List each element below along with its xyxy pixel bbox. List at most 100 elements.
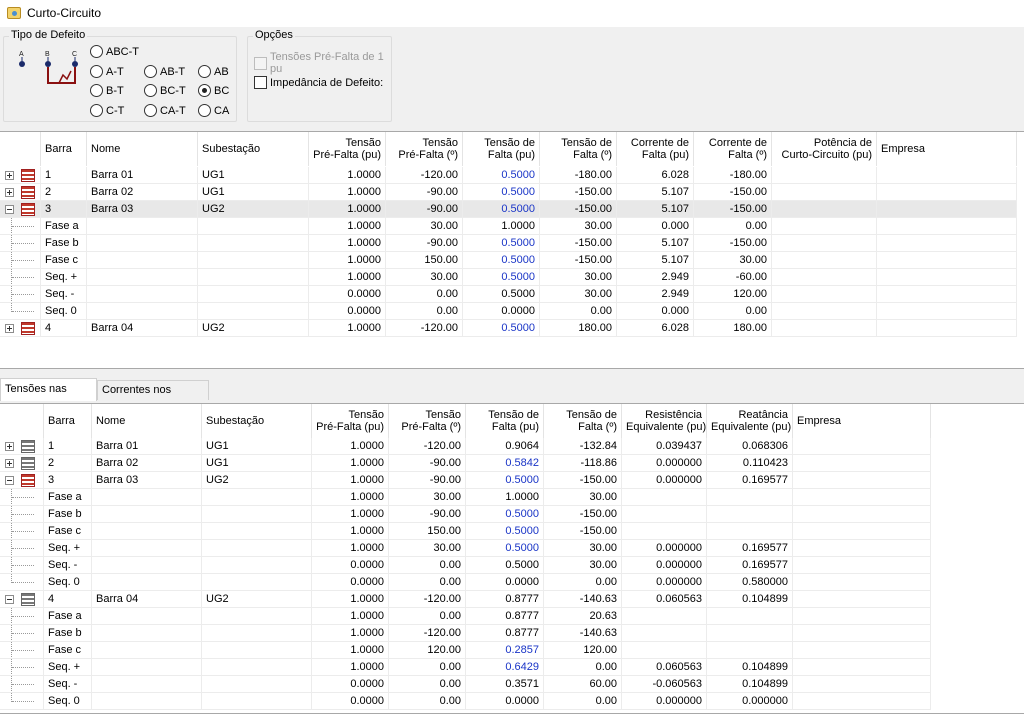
substation-cell [202,608,312,625]
column-header[interactable]: Barra [41,132,87,166]
sequence-row[interactable]: Seq. +1.0000 0.00 0.6429 0.00 0.060563 0.1048… [0,659,931,676]
radio-bc-t-circle[interactable] [144,84,157,97]
column-header[interactable]: Resistência Equivalente (pu) [622,404,707,438]
expand-icon[interactable] [5,324,14,333]
radio-abc-t-label: ABC-T [106,45,139,58]
radio-ca-circle[interactable] [198,104,211,117]
sequence-row[interactable]: Fase a 1.0000 0.00 0.8777 20.63 [0,608,931,625]
fault-impedance-box[interactable] [254,76,267,89]
sequence-row[interactable]: Fase b 1.0000 -120.00 0.8777 -140.63 [0,625,931,642]
sequence-row[interactable]: Fase c 1.0000 150.00 0.5000 -150.00 5.107 30.0… [0,252,1017,269]
sequence-row[interactable]: Fase b 1.0000 -90.00 0.5000 -150.00 [0,506,931,523]
bus-name-cell: Barra 02 [87,184,198,201]
column-header[interactable]: Tensão de Falta (pu) [466,404,544,438]
column-header[interactable]: Tensão de Falta (pu) [463,132,540,166]
bus-row[interactable]: 3 Barra 03 UG2 1.0000 -90.00 0.5000 -150.00 0.0… [0,472,931,489]
radio-abc-t-circle[interactable] [90,45,103,58]
bus-row[interactable]: 4 Barra 04 UG2 1.0000 -120.00 0.5000 180.00 6.0… [0,320,1017,337]
column-header[interactable]: Tensão Pré-Falta (º) [389,404,466,438]
expand-icon[interactable] [5,459,14,468]
tab-circuit-currents[interactable]: Correntes nos Circuitos [97,380,209,414]
radio-ab-t-circle[interactable] [144,65,157,78]
tree-branch [12,294,34,295]
sequence-row[interactable]: Seq. 0 0.0000 0.00 0.0000 0.00 0.000 0.00 [0,303,1017,320]
radio-ab-t[interactable]: AB-T [144,65,185,78]
sequence-row[interactable]: Fase a 1.0000 30.00 1.0000 30.00 [0,489,931,506]
sequence-row[interactable]: Fase c 1.0000 120.00 0.2857 120.00 [0,642,931,659]
bus-row[interactable]: 1 Barra 01 UG1 1.0000 -120.00 0.9064 -132.84 0.… [0,438,931,455]
radio-c-t[interactable]: C-T [90,104,124,117]
collapse-icon[interactable] [5,476,14,485]
radio-c-t-circle[interactable] [90,104,103,117]
sequence-row[interactable]: Seq. - 0.0000 0.00 0.5000 30.00 0.000000 0.169… [0,557,931,574]
column-header[interactable]: Barra [44,404,92,438]
radio-a-t[interactable]: A-T [90,65,124,78]
expand-icon[interactable] [5,188,14,197]
column-header[interactable]: Tensão de Falta (º) [540,132,617,166]
sequence-row[interactable]: Fase c 1.0000 150.00 0.5000 -150.00 [0,523,931,540]
bus-row[interactable]: 1 Barra 01 UG1 1.0000 -120.00 0.5000 -180.00 6.… [0,167,1017,184]
column-header[interactable]: Corrente de Falta (º) [694,132,772,166]
sequence-row[interactable]: Seq. 0 0.0000 0.00 0.0000 0.00 0.000000 0.5800… [0,574,931,591]
radio-ca[interactable]: CA [198,104,229,117]
column-header[interactable]: Empresa [793,404,931,438]
equivalent-resistance-cell: 0.039437 [622,438,707,455]
sequence-row[interactable]: Fase b 1.0000 -90.00 0.5000 -150.00 5.107 -150… [0,235,1017,252]
sequence-row[interactable]: Seq. +1.0000 30.00 0.5000 30.00 2.949 -60.00 [0,269,1017,286]
radio-bc-t[interactable]: BC-T [144,84,186,97]
radio-abc-t[interactable]: ABC-T [90,45,139,58]
collapse-icon[interactable] [5,205,14,214]
tree-cell [0,455,44,472]
column-header[interactable]: Nome [87,132,198,166]
column-header[interactable] [0,404,44,438]
column-header[interactable]: Tensão Pré-Falta (pu) [309,132,386,166]
short-circuit-results-grid[interactable]: Barra Nome Subestação Tensão Pré-Falta (pu) T… [0,131,1024,369]
radio-bc-circle[interactable] [198,84,211,97]
bus-row[interactable]: 3 Barra 03 UG2 1.0000 -90.00 0.5000 -150.00 5.1… [0,201,1017,218]
column-header[interactable]: Nome [92,404,202,438]
radio-ca-t[interactable]: CA-T [144,104,186,117]
bus-row[interactable]: 2 Barra 02 UG1 1.0000 -90.00 0.5000 -150.00 5.1… [0,184,1017,201]
bus-number-cell: Fase c [44,523,92,540]
tree-cell [0,676,44,693]
column-header[interactable]: Tensão Pré-Falta (º) [386,132,463,166]
bus-voltages-grid[interactable]: Barra Nome Subestação Tensão Pré-Falta (pu) T… [0,403,1024,714]
column-header[interactable]: Subestação [202,404,312,438]
prefault-voltage-pu-cell: 0.0000 [312,557,389,574]
radio-a-t-circle[interactable] [90,65,103,78]
fault-impedance-checkbox[interactable]: Impedância de Defeito: [254,76,383,89]
sequence-row[interactable]: Seq. - 0.0000 0.00 0.3571 60.00 -0.060563 0.10… [0,676,931,693]
radio-b-t[interactable]: B-T [90,84,124,97]
bus-number-cell: Seq. + [41,269,87,286]
prefault-voltage-pu-cell: 1.0000 [312,523,389,540]
radio-ab-circle[interactable] [198,65,211,78]
column-header[interactable]: Corrente de Falta (pu) [617,132,694,166]
column-header[interactable]: Reatância Equivalente (pu) [707,404,793,438]
prefault-voltage-box[interactable] [254,56,267,70]
column-header[interactable]: Subestação [198,132,309,166]
radio-bc[interactable]: BC [198,84,229,97]
sequence-row[interactable]: Fase a 1.0000 30.00 1.0000 30.00 0.000 0.00 [0,218,1017,235]
radio-ab[interactable]: AB [198,65,229,78]
bus-row[interactable]: 2 Barra 02 UG1 1.0000 -90.00 0.5842 -118.86 0.0… [0,455,931,472]
splitter[interactable] [0,369,1024,377]
expand-icon[interactable] [5,442,14,451]
column-header[interactable] [0,132,41,166]
column-header[interactable]: Empresa [877,132,1017,166]
radio-ca-t-circle[interactable] [144,104,157,117]
bus-icon [21,203,35,216]
bus-row[interactable]: 4 Barra 04 UG2 1.0000 -120.00 0.8777 -140.63 0.… [0,591,931,608]
collapse-icon[interactable] [5,595,14,604]
sequence-row[interactable]: Seq. - 0.0000 0.00 0.5000 30.00 2.949 120.00 [0,286,1017,303]
column-header-text: Falta (pu) [641,149,689,161]
column-header[interactable]: Tensão de Falta (º) [544,404,622,438]
sequence-row[interactable]: Seq. +1.0000 30.00 0.5000 30.00 0.000000 0.16… [0,540,931,557]
column-header[interactable]: Potência de Curto-Circuito (pu) [772,132,877,166]
column-header[interactable]: Tensão Pré-Falta (pu) [312,404,389,438]
radio-b-t-circle[interactable] [90,84,103,97]
expand-icon[interactable] [5,171,14,180]
substation-cell [198,252,309,269]
tab-bus-voltages[interactable]: Tensões nas Barras [0,378,97,415]
sequence-row[interactable]: Seq. 0 0.0000 0.00 0.0000 0.00 0.000000 0.0000… [0,693,931,710]
prefault-voltage-checkbox[interactable]: Tensões Pré-Falta de 1 pu [254,51,391,75]
